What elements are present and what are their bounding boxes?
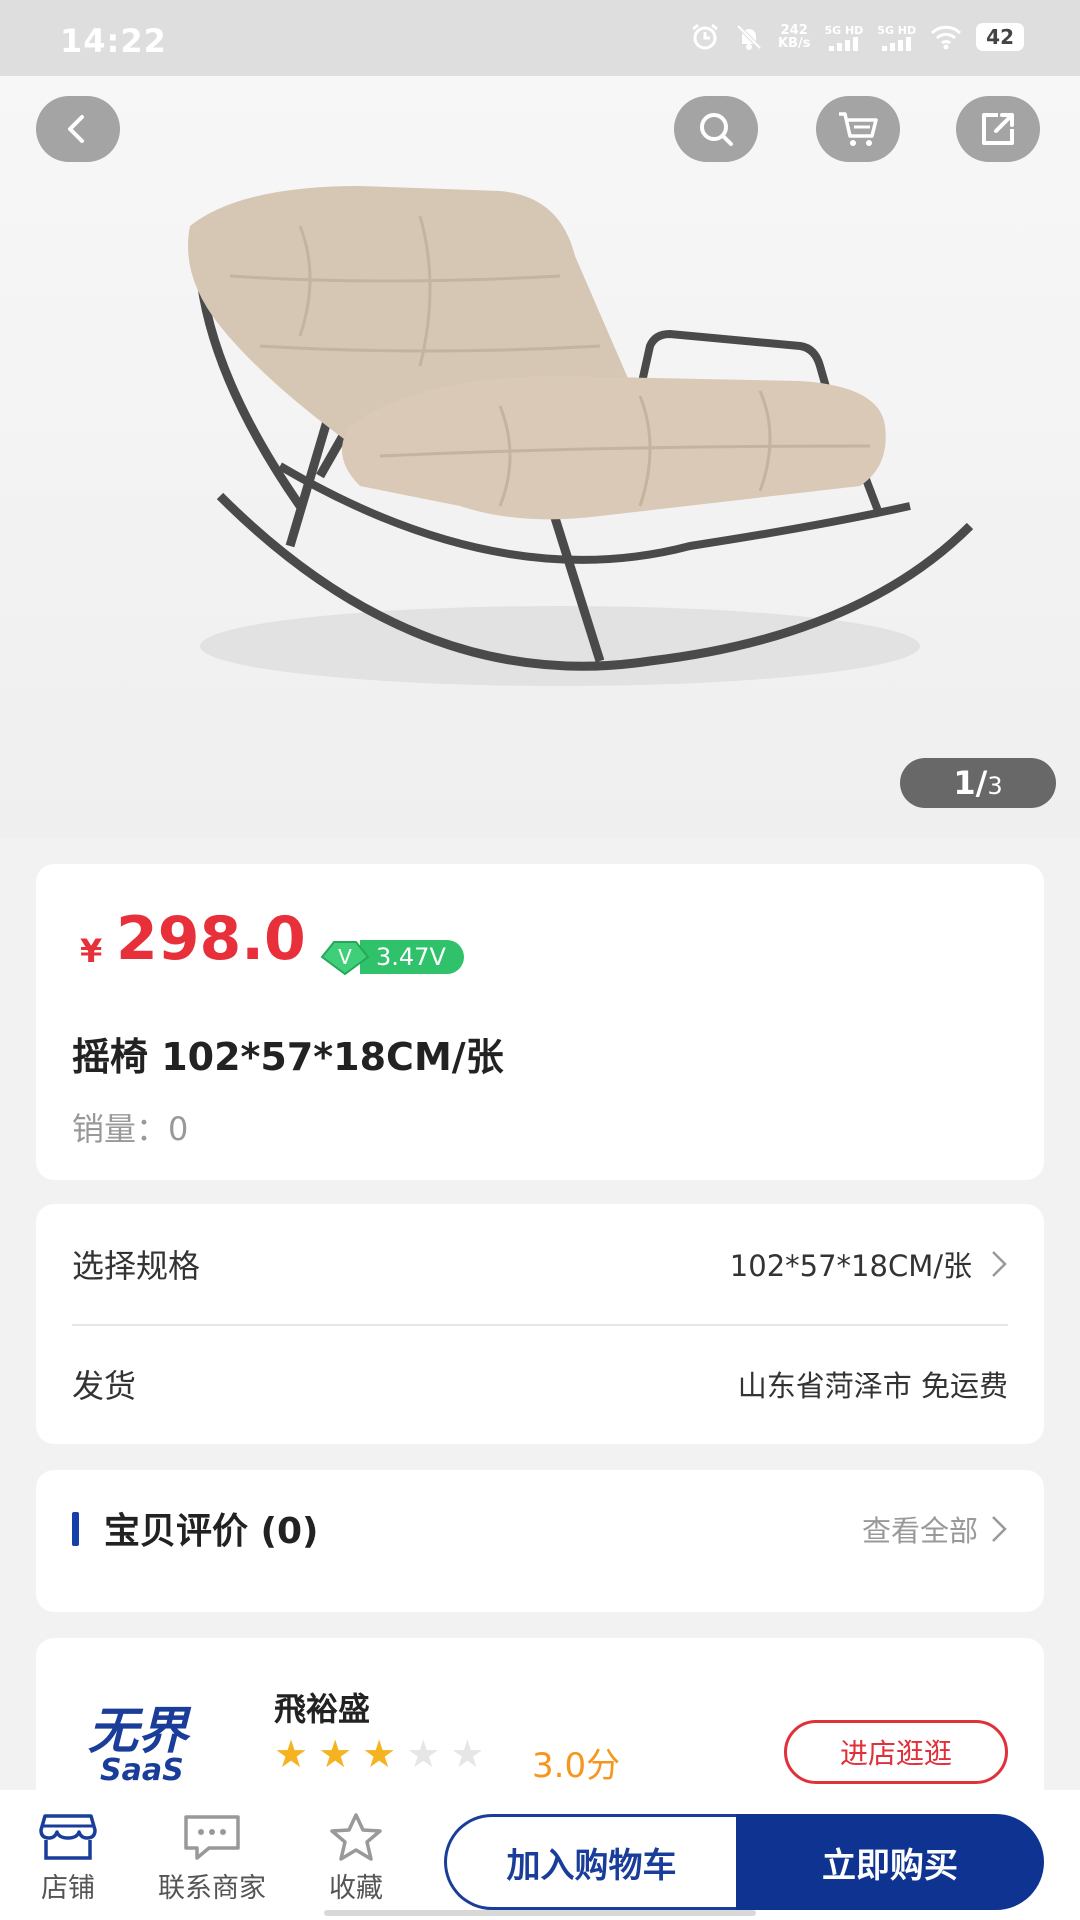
- sim1-label: 5G HD: [824, 23, 864, 37]
- product-price: 298.0: [116, 904, 306, 974]
- shop-logo-text: 无界: [88, 1702, 192, 1760]
- spec-select-row[interactable]: 选择规格 102*57*18CM/张: [72, 1204, 1008, 1324]
- tab-contact-label: 联系商家: [158, 1873, 266, 1904]
- image-counter-current: 1/: [953, 764, 988, 802]
- status-icons: 242 KB/s 5G HD 5G HD 42: [690, 22, 1024, 52]
- v-badge-letter: V: [338, 945, 352, 969]
- shop-rating-text: 3.0分: [532, 1746, 621, 1786]
- sales-count: 销量：0: [72, 1104, 188, 1150]
- shipping-label: 发货: [72, 1367, 137, 1405]
- share-button[interactable]: [956, 96, 1040, 162]
- bottom-action-bar: 店铺 联系商家 收藏 加入购物车 立即购买: [0, 1790, 1080, 1920]
- star-empty-icon: ★: [406, 1732, 441, 1776]
- alarm-icon: [692, 23, 718, 50]
- tab-contact-seller[interactable]: 联系商家: [152, 1812, 272, 1905]
- search-icon: [700, 113, 733, 146]
- price-card: ¥ 298.0 V 3.47V 摇椅 102*57*18CM/张 销量：0: [36, 864, 1044, 1180]
- wifi-icon: [931, 25, 962, 50]
- reviews-card: 宝贝评价 (0) 查看全部: [36, 1470, 1044, 1612]
- shop-logo-sub: SaaS: [100, 1753, 184, 1788]
- back-arrow-icon: [68, 115, 84, 143]
- chat-icon: [184, 1815, 240, 1860]
- shop-logo[interactable]: 无界 SaaS: [86, 1698, 226, 1788]
- image-counter: 1/ 3: [900, 758, 1056, 808]
- chevron-right-icon: [992, 1516, 1007, 1542]
- tab-favorite-label: 收藏: [329, 1873, 383, 1904]
- back-button[interactable]: [36, 96, 120, 162]
- view-all-label: 查看全部: [861, 1514, 978, 1548]
- v-value-badge: V 3.47V: [320, 938, 464, 976]
- signal-icon: 5G HD: [824, 24, 863, 51]
- tab-store-label: 店铺: [41, 1873, 95, 1904]
- shipping-row: 发货 山东省菏泽市 免运费: [72, 1324, 1008, 1444]
- net-speed-unit: KB/s: [777, 36, 811, 51]
- battery-icon: 42: [976, 23, 1024, 51]
- search-button[interactable]: [674, 96, 758, 162]
- signal-icon-2: 5G HD: [877, 24, 916, 51]
- visit-shop-button[interactable]: 进店逛逛: [784, 1720, 1008, 1784]
- view-all-reviews-link[interactable]: 查看全部: [862, 1508, 1008, 1550]
- shop-rating-stars: ★ ★ ★ ★ ★: [274, 1734, 484, 1774]
- reviews-title: 宝贝评价 (0): [104, 1511, 319, 1552]
- cart-icon: [839, 112, 878, 146]
- v-diamond-icon: V: [320, 938, 370, 976]
- shop-name: 飛裕盛: [274, 1690, 371, 1728]
- star-filled-icon: ★: [362, 1732, 397, 1776]
- product-photo-rocking-chair: [188, 186, 974, 686]
- product-image-carousel[interactable]: 1/ 3: [0, 76, 1080, 838]
- net-speed: 242 KB/s: [778, 24, 810, 50]
- star-filled-icon: ★: [274, 1732, 309, 1776]
- store-icon: [39, 1814, 97, 1860]
- cart-button[interactable]: [816, 96, 900, 162]
- sales-label: 销量：: [72, 1110, 169, 1148]
- spec-label: 选择规格: [72, 1247, 201, 1285]
- share-icon: [982, 113, 1014, 145]
- status-bar: 14:22 242 KB/s 5G HD 5G HD 42: [0, 0, 1080, 76]
- sales-value: 0: [168, 1110, 189, 1148]
- star-empty-icon: ★: [450, 1732, 485, 1776]
- tab-store[interactable]: 店铺: [8, 1812, 128, 1905]
- spec-card: 选择规格 102*57*18CM/张 发货 山东省菏泽市 免运费: [36, 1204, 1044, 1444]
- v-value: 3.47V: [360, 940, 464, 974]
- star-filled-icon: ★: [318, 1732, 353, 1776]
- spec-value: 102*57*18CM/张: [729, 1249, 972, 1283]
- add-to-cart-button[interactable]: 加入购物车: [444, 1814, 736, 1910]
- star-outline-icon: [330, 1813, 382, 1861]
- home-indicator[interactable]: [324, 1910, 756, 1916]
- sim2-label: 5G HD: [877, 23, 917, 37]
- product-title: 摇椅 102*57*18CM/张: [72, 1035, 504, 1079]
- currency-symbol: ¥: [80, 932, 103, 970]
- section-accent-bar: [72, 1512, 79, 1546]
- status-time: 14:22: [60, 22, 167, 60]
- buy-now-button[interactable]: 立即购买: [736, 1814, 1044, 1910]
- mute-bell-icon: [736, 24, 762, 50]
- image-counter-total: 3: [987, 772, 1003, 800]
- chevron-right-icon: [992, 1251, 1007, 1277]
- shipping-value: 山东省菏泽市 免运费: [737, 1369, 1008, 1403]
- tab-favorite[interactable]: 收藏: [296, 1812, 416, 1905]
